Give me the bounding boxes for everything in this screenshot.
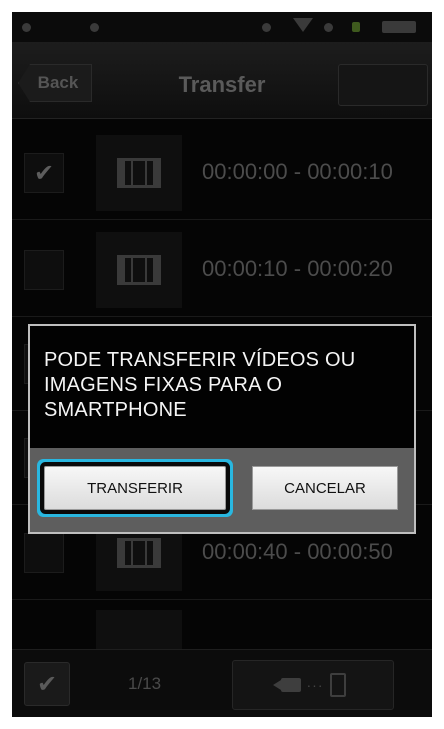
app-screen: Back Transfer ✔ 00:00:00 - 00:00:10 00:0… [12,12,432,717]
dialog-button-row: TRANSFERIR CANCELAR [30,448,414,532]
header-action-button[interactable] [338,64,428,106]
cancel-button[interactable]: CANCELAR [252,466,398,510]
transfer-confirm-button[interactable]: TRANSFERIR [44,466,226,510]
dots-icon: ··· [306,677,324,693]
list-item[interactable]: ✔ 00:00:00 - 00:00:10 [12,127,432,220]
status-dot-icon [262,23,271,32]
page-counter: 1/13 [128,674,162,693]
film-icon [117,255,161,285]
smartphone-icon [329,673,346,697]
signal-icon [352,22,360,32]
dialog-message: PODE TRANSFERIR VÍDEOS OU IMAGENS FIXAS … [44,349,356,421]
back-button[interactable]: Back [18,64,92,102]
status-dot-icon [324,23,333,32]
list-item[interactable]: 00:00:10 - 00:00:20 [12,224,432,317]
time-range: 00:00:10 - 00:00:20 [202,256,393,281]
footer-bar: ✔ 1/13 ··· [12,649,432,717]
item-checkbox[interactable]: ✔ [24,153,64,193]
time-range: 00:00:40 - 00:00:50 [202,539,393,564]
wifi-icon [293,18,313,32]
item-checkbox[interactable] [24,250,64,290]
time-range: 00:00:00 - 00:00:10 [202,159,393,184]
video-thumbnail [96,232,182,308]
status-dot-icon [90,23,99,32]
film-icon [117,158,161,188]
status-bar [12,12,432,42]
camera-icon [272,678,301,692]
film-icon [117,538,161,568]
item-checkbox[interactable] [24,533,64,573]
video-thumbnail [96,135,182,211]
page-title: Transfer [178,72,266,97]
status-dot-icon [22,23,31,32]
header: Back Transfer [12,42,432,119]
select-all-button[interactable]: ✔ [24,662,70,706]
battery-icon [382,21,416,33]
transfer-dialog: PODE TRANSFERIR VÍDEOS OU IMAGENS FIXAS … [28,324,416,534]
transfer-button[interactable]: ··· [232,660,394,710]
